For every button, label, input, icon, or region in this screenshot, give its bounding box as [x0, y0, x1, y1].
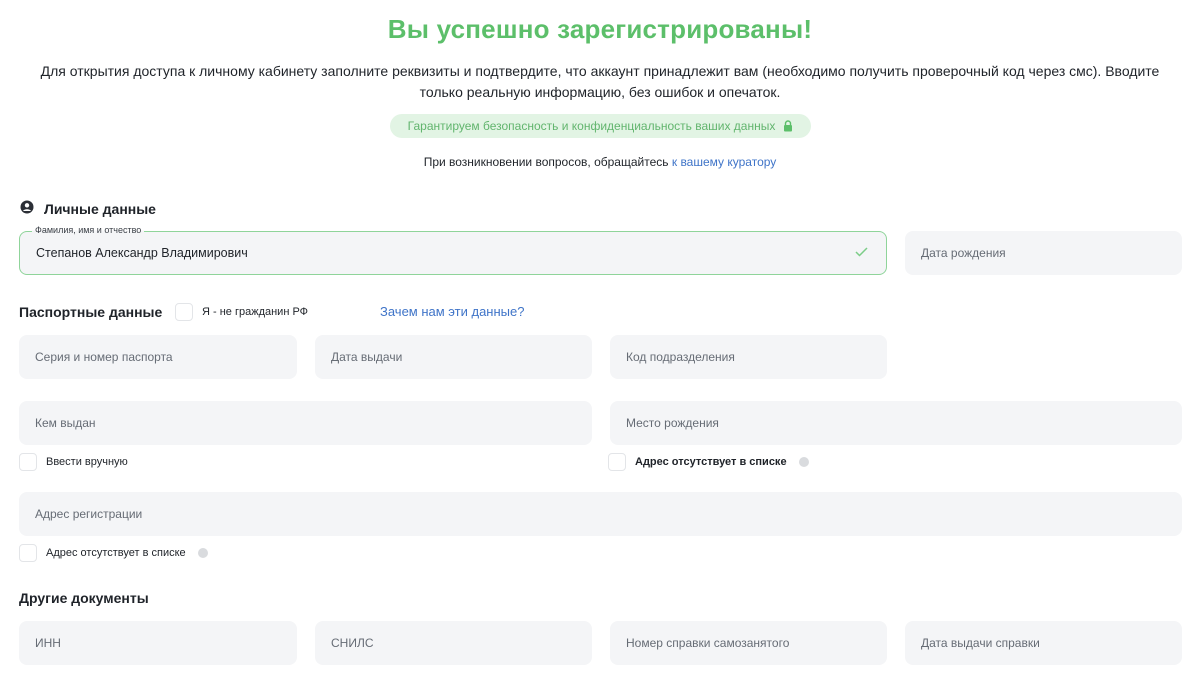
- registration-missing-checkbox-box[interactable]: [19, 544, 37, 562]
- full-name-label: Фамилия, имя и отчество: [32, 225, 145, 235]
- passport-series-number-placeholder: Серия и номер паспорта: [35, 350, 173, 364]
- passport-issue-date-placeholder: Дата выдачи: [331, 350, 403, 364]
- full-name-value: Степанов Александр Владимирович: [36, 246, 248, 260]
- self-employed-cert-field[interactable]: Номер справки самозанятого: [610, 621, 887, 665]
- registration-address-placeholder: Адрес регистрации: [35, 507, 143, 521]
- self-employed-cert-placeholder: Номер справки самозанятого: [626, 636, 790, 650]
- birth-place-field[interactable]: Место рождения: [610, 401, 1182, 445]
- birth-date-placeholder: Дата рождения: [921, 246, 1006, 260]
- issued-by-placeholder: Кем выдан: [35, 416, 96, 430]
- snils-field[interactable]: СНИЛС: [315, 621, 592, 665]
- manual-entry-checkbox[interactable]: Ввести вручную: [19, 453, 128, 471]
- security-guarantee-badge: Гарантируем безопасность и конфиденциаль…: [390, 114, 811, 138]
- birth-place-placeholder: Место рождения: [626, 416, 719, 430]
- help-line: При возникновении вопросов, обращайтесь …: [0, 155, 1200, 169]
- inn-field[interactable]: ИНН: [19, 621, 297, 665]
- info-icon[interactable]: [798, 457, 809, 467]
- user-circle-icon: [20, 200, 34, 217]
- inn-placeholder: ИНН: [35, 636, 61, 650]
- other-documents-title: Другие документы: [19, 590, 149, 606]
- birth-place-missing-label: Адрес отсутствует в списке: [635, 456, 787, 468]
- not-citizen-checkbox[interactable]: Я - не гражданин РФ: [175, 303, 308, 321]
- not-citizen-checkbox-box[interactable]: [175, 303, 193, 321]
- not-citizen-label: Я - не гражданин РФ: [202, 306, 309, 318]
- manual-entry-checkbox-box[interactable]: [19, 453, 37, 471]
- passport-data-heading: Паспортные данные: [19, 304, 162, 320]
- passport-series-number-field[interactable]: Серия и номер паспорта: [19, 335, 297, 379]
- help-text: При возникновении вопросов, обращайтесь: [423, 155, 669, 169]
- snils-placeholder: СНИЛС: [331, 636, 374, 650]
- intro-text: Для открытия доступа к личному кабинету …: [40, 63, 1160, 100]
- cert-issue-date-placeholder: Дата выдачи справки: [921, 636, 1040, 650]
- full-name-field[interactable]: Фамилия, имя и отчество Степанов Алексан…: [19, 225, 887, 275]
- manual-entry-label: Ввести вручную: [46, 456, 128, 468]
- registration-missing-label: Адрес отсутствует в списке: [46, 547, 186, 559]
- division-code-field[interactable]: Код подразделения: [610, 335, 887, 379]
- registration-missing-checkbox[interactable]: Адрес отсутствует в списке: [19, 544, 208, 562]
- passport-data-title: Паспортные данные: [19, 304, 163, 320]
- why-data-link[interactable]: Зачем нам эти данные?: [380, 304, 524, 319]
- birth-date-field[interactable]: Дата рождения: [905, 231, 1182, 275]
- page-title: Вы успешно зарегистрированы!: [387, 14, 813, 44]
- guarantee-text: Гарантируем безопасность и конфиденциаль…: [407, 119, 776, 133]
- birth-place-missing-checkbox-box[interactable]: [608, 453, 626, 471]
- issued-by-field[interactable]: Кем выдан: [19, 401, 592, 445]
- lock-icon: [783, 120, 793, 132]
- division-code-placeholder: Код подразделения: [626, 350, 735, 364]
- personal-data-title: Личные данные: [44, 200, 156, 217]
- passport-issue-date-field[interactable]: Дата выдачи: [315, 335, 592, 379]
- info-icon[interactable]: [197, 548, 208, 558]
- personal-data-heading: Личные данные: [20, 200, 156, 217]
- curator-link[interactable]: к вашему куратору: [672, 155, 776, 169]
- birth-place-missing-checkbox[interactable]: Адрес отсутствует в списке: [608, 453, 809, 471]
- cert-issue-date-field[interactable]: Дата выдачи справки: [905, 621, 1182, 665]
- checkmark-icon: [855, 246, 868, 260]
- registration-address-field[interactable]: Адрес регистрации: [19, 492, 1182, 536]
- other-documents-heading: Другие документы: [19, 590, 149, 606]
